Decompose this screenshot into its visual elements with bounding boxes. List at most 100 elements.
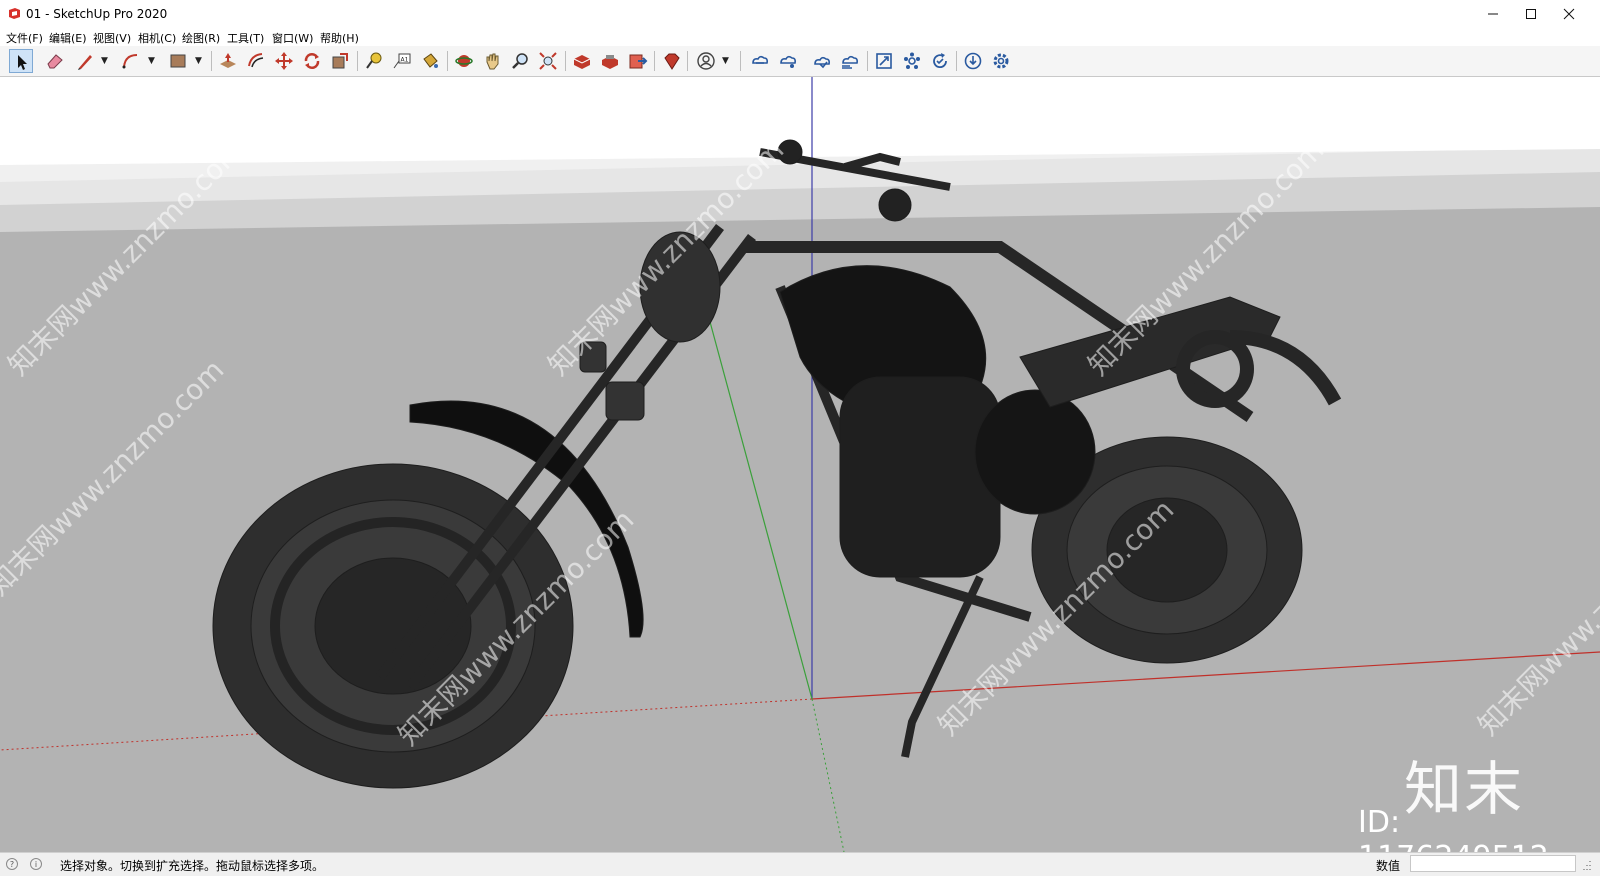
trimble-connect-button[interactable] (748, 49, 772, 73)
trimble-upload-button[interactable] (838, 49, 862, 73)
maximize-button[interactable] (1512, 0, 1550, 28)
menu-window[interactable]: 窗口(W) (272, 30, 313, 46)
ruby-extension-button[interactable] (659, 49, 683, 73)
trimble-share-button[interactable] (776, 49, 800, 73)
components-icon (904, 52, 920, 69)
maximize-icon (1526, 9, 1536, 19)
close-icon (1563, 8, 1575, 20)
model-viewport[interactable]: 知末网www.znzmo.com 知末网www.znzmo.com 知末网www… (0, 77, 1600, 852)
menu-draw[interactable]: 绘图(R) (182, 30, 220, 46)
info-icon[interactable]: i (30, 858, 42, 870)
trimble-connect-icon (752, 55, 768, 64)
status-message: 选择对象。切换到扩充选择。拖动鼠标选择多项。 (60, 859, 325, 873)
toolbar-separator (956, 51, 957, 71)
minimize-button[interactable] (1474, 0, 1512, 28)
menu-help[interactable]: 帮助(H) (320, 30, 359, 46)
paint-bucket-icon (423, 53, 438, 68)
account-icon (697, 52, 715, 70)
measurements-label: 数值 (1376, 859, 1401, 873)
geo-location-icon[interactable]: ? (6, 858, 18, 870)
model-info-icon (876, 53, 892, 69)
scene-canvas[interactable]: 知末网www.znzmo.com 知末网www.znzmo.com 知末网www… (0, 77, 1600, 852)
orbit-tool-button[interactable] (452, 49, 476, 73)
offset-icon (248, 53, 264, 68)
sketchup-logo-icon (9, 8, 20, 19)
text-tool-button[interactable]: A1 (390, 49, 414, 73)
extension-warehouse-icon (602, 55, 618, 69)
model-info-button[interactable] (872, 49, 896, 73)
line-dropdown-icon[interactable]: ▼ (101, 54, 111, 68)
scale-tool-button[interactable] (328, 49, 352, 73)
toolbar-separator (687, 51, 688, 71)
status-bar: ? i 选择对象。切换到扩充选择。拖动鼠标选择多项。 数值 (0, 852, 1600, 876)
toolbar-separator (654, 51, 655, 71)
minimize-icon (1488, 13, 1498, 15)
move-tool-button[interactable] (272, 49, 296, 73)
3d-warehouse-button[interactable] (570, 49, 594, 73)
account-button[interactable] (694, 49, 718, 73)
rotate-icon (304, 53, 320, 69)
push-pull-icon (220, 53, 236, 68)
push-pull-tool-button[interactable] (216, 49, 240, 73)
engine-block (839, 376, 1001, 578)
measurements-input[interactable] (1410, 855, 1576, 872)
tape-measure-tool-button[interactable] (362, 49, 386, 73)
main-toolbar: ▼ ▼ ▼ A1 ▼ (0, 46, 1600, 77)
rectangle-icon (170, 54, 186, 68)
ruby-extension-icon (664, 53, 680, 70)
mirror (878, 188, 912, 222)
menu-view[interactable]: 视图(V) (93, 30, 131, 46)
pan-tool-button[interactable] (480, 49, 504, 73)
toolbar-separator (357, 51, 358, 71)
trimble-upload-icon (842, 55, 858, 69)
select-tool-button[interactable] (9, 49, 33, 73)
image-id-label: ID: 1176249512 (1358, 805, 1549, 852)
text-icon: A1 (393, 53, 411, 69)
trimble-sync-icon (814, 56, 830, 69)
trimble-sync-button[interactable] (810, 49, 834, 73)
components-button[interactable] (900, 49, 924, 73)
paint-bucket-tool-button[interactable] (418, 49, 442, 73)
menu-camera[interactable]: 相机(C) (138, 30, 176, 46)
resize-grip-icon[interactable] (1582, 859, 1592, 871)
refresh-button[interactable] (928, 49, 952, 73)
trimble-share-icon (780, 55, 796, 68)
rectangle-tool-button[interactable] (166, 49, 190, 73)
account-dropdown-icon[interactable]: ▼ (722, 54, 732, 68)
toolbar-separator (867, 51, 868, 71)
eraser-tool-button[interactable] (43, 49, 67, 73)
tape-measure-icon (366, 52, 382, 69)
pencil-line-icon (78, 55, 92, 70)
menu-bar: 文件(F) 编辑(E) 视图(V) 相机(C) 绘图(R) 工具(T) 窗口(W… (0, 28, 1600, 46)
settings-button[interactable] (989, 49, 1013, 73)
rotate-tool-button[interactable] (300, 49, 324, 73)
move-icon (275, 52, 293, 70)
zoom-tool-button[interactable] (508, 49, 532, 73)
3d-warehouse-icon (573, 55, 591, 69)
menu-tools[interactable]: 工具(T) (227, 30, 264, 46)
send-to-layout-button[interactable] (626, 49, 650, 73)
shape-dropdown-icon[interactable]: ▼ (195, 54, 205, 68)
window-title: 01 - SketchUp Pro 2020 (26, 7, 168, 21)
engine-cylinder (974, 389, 1096, 515)
menu-edit[interactable]: 编辑(E) (49, 30, 87, 46)
arc-tool-button[interactable] (119, 49, 143, 73)
zoom-extents-tool-button[interactable] (536, 49, 560, 73)
line-tool-button[interactable] (73, 49, 97, 73)
arc-dropdown-icon[interactable]: ▼ (148, 54, 158, 68)
title-bar: 01 - SketchUp Pro 2020 (0, 0, 1600, 28)
menu-file[interactable]: 文件(F) (6, 30, 43, 46)
toolbar-separator (211, 51, 212, 71)
download-button[interactable] (961, 49, 985, 73)
toolbar-separator (447, 51, 448, 71)
download-icon (964, 52, 982, 70)
toolbar-separator (740, 51, 741, 71)
close-button[interactable] (1550, 0, 1588, 28)
offset-tool-button[interactable] (244, 49, 268, 73)
extension-warehouse-button[interactable] (598, 49, 622, 73)
scale-icon (332, 53, 348, 69)
zoom-icon (512, 53, 528, 69)
refresh-icon (933, 53, 947, 69)
fork-clamp-lower (605, 381, 645, 421)
send-to-layout-icon (629, 54, 648, 69)
